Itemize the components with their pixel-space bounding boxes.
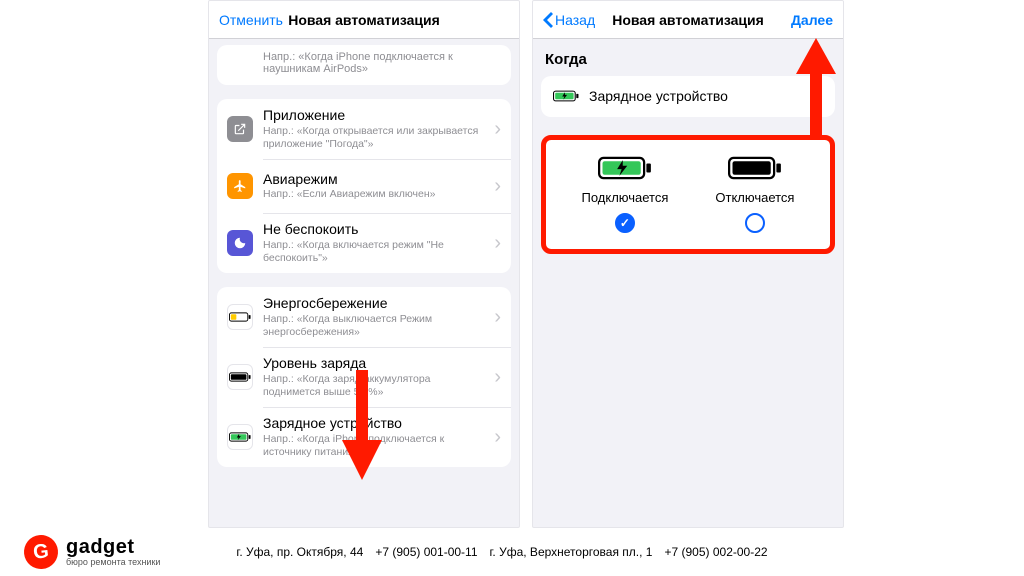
battery-yellow-icon (227, 304, 253, 330)
trigger-app-title: Приложение (263, 107, 488, 124)
trigger-airplane-sub: Напр.: «Если Авиарежим включен» (263, 188, 488, 201)
trigger-app-sub: Напр.: «Когда открывается или закрываетс… (263, 125, 488, 151)
chevron-right-icon: › (494, 306, 501, 329)
battery-black-icon (227, 364, 253, 390)
phone-right: Назад Новая автоматизация Далее Когда За… (532, 0, 844, 528)
trigger-airplane-title: Авиарежим (263, 171, 488, 188)
chevron-right-icon: › (494, 175, 501, 198)
phone-2: +7 (905) 002-00-22 (664, 545, 767, 559)
brand-logo: G gadget бюро ремонта техники (24, 535, 160, 569)
airplane-icon (227, 173, 253, 199)
radio-connect-selected[interactable] (615, 213, 635, 233)
logo-mark-icon: G (22, 533, 59, 570)
trigger-dnd[interactable]: Не беспокоить Напр.: «Когда включается р… (217, 213, 511, 273)
trigger-charger-sub: Напр.: «Когда iPhone подключается к исто… (263, 433, 488, 459)
when-value: Зарядное устройство (589, 88, 728, 105)
chevron-right-icon: › (494, 232, 501, 255)
brand-tagline: бюро ремонта техники (66, 557, 160, 567)
choice-disconnect-label: Отключается (715, 190, 794, 205)
app-icon (227, 116, 253, 142)
battery-full-icon (728, 154, 782, 182)
navbar-left: Отменить Новая автоматизация (209, 1, 519, 39)
phone-1: +7 (905) 001-00-11 (375, 545, 477, 559)
trigger-lowpower-sub: Напр.: «Когда выключается Режим энергосб… (263, 313, 488, 339)
cancel-button[interactable]: Отменить (219, 12, 283, 28)
chevron-right-icon: › (494, 118, 501, 141)
trigger-list: Напр.: «Когда iPhone подключается к науш… (209, 39, 519, 527)
trigger-dnd-sub: Напр.: «Когда включается режим "Не беспо… (263, 239, 488, 265)
chevron-right-icon: › (494, 366, 501, 389)
radio-disconnect[interactable] (745, 213, 765, 233)
address-2: г. Уфа, Верхнеторговая пл., 1 (490, 545, 653, 559)
footer: G gadget бюро ремонта техники г. Уфа, пр… (0, 528, 1024, 576)
chevron-left-icon (543, 12, 553, 28)
phone-left: Отменить Новая автоматизация Напр.: «Ког… (208, 0, 520, 528)
back-label: Назад (555, 12, 595, 28)
trigger-dnd-title: Не беспокоить (263, 221, 488, 238)
trigger-airplane[interactable]: Авиарежим Напр.: «Если Авиарежим включен… (217, 159, 511, 213)
trigger-battery-sub: Напр.: «Когда заряд аккумулятора подниме… (263, 373, 488, 399)
back-button[interactable]: Назад (543, 12, 595, 28)
navbar-right: Назад Новая автоматизация Далее (533, 1, 843, 39)
battery-charging-icon (598, 154, 652, 182)
trigger-lowpower-title: Энергосбережение (263, 295, 488, 312)
brand-name: gadget (66, 537, 160, 557)
battery-charging-icon (227, 424, 253, 450)
choice-disconnect[interactable]: Отключается (715, 154, 794, 233)
trigger-app[interactable]: Приложение Напр.: «Когда открывается или… (217, 99, 511, 159)
trigger-charger-title: Зарядное устройство (263, 415, 488, 432)
partial-row-hint: Напр.: «Когда iPhone подключается к науш… (217, 45, 511, 85)
address-1: г. Уфа, пр. Октября, 44 (236, 545, 363, 559)
trigger-lowpower[interactable]: Энергосбережение Напр.: «Когда выключает… (217, 287, 511, 347)
moon-icon (227, 230, 253, 256)
choice-connect-label: Подключается (581, 190, 668, 205)
trigger-battery-title: Уровень заряда (263, 355, 488, 372)
when-row[interactable]: Зарядное устройство (541, 76, 835, 117)
when-heading: Когда (545, 51, 831, 68)
choice-connect[interactable]: Подключается (581, 154, 668, 233)
charger-config: Когда Зарядное устройство Подключается (533, 39, 843, 527)
trigger-battery-level[interactable]: Уровень заряда Напр.: «Когда заряд аккум… (217, 347, 511, 407)
trigger-charger[interactable]: Зарядное устройство Напр.: «Когда iPhone… (217, 407, 511, 467)
next-button[interactable]: Далее (791, 12, 833, 28)
contact-info: г. Уфа, пр. Октября, 44 +7 (905) 001-00-… (236, 545, 767, 559)
charger-choice-panel: Подключается Отключается (541, 135, 835, 254)
chevron-right-icon: › (494, 426, 501, 449)
trigger-group-2: Энергосбережение Напр.: «Когда выключает… (217, 287, 511, 467)
trigger-group-1: Приложение Напр.: «Когда открывается или… (217, 99, 511, 273)
battery-charging-icon (553, 89, 579, 103)
